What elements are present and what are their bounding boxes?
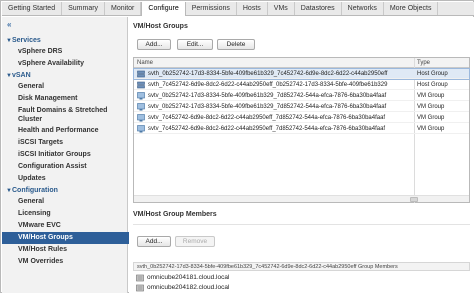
nav-item-disk-management[interactable]: Disk Management xyxy=(2,93,128,105)
nav-item-vmware-evc[interactable]: VMware EVC xyxy=(2,220,128,232)
row-name: svtv_7c452742-6d9e-8dc2-6d22-c44ab2950ef… xyxy=(148,126,386,132)
host-icon xyxy=(136,284,144,292)
horizontal-scrollbar[interactable] xyxy=(134,195,469,202)
list-item[interactable]: omnicube204182.cloud.local xyxy=(133,283,333,293)
row-type: VM Group xyxy=(417,104,445,110)
nav-list: ▼Services vSphere DRS vSphere Availabili… xyxy=(2,35,129,268)
member-name: omnicube204181.cloud.local xyxy=(147,274,230,281)
left-nav: « ▼Services vSphere DRS vSphere Availabi… xyxy=(2,17,129,293)
tab-bar: Getting Started Summary Monitor Configur… xyxy=(2,2,474,16)
nav-item-licensing[interactable]: Licensing xyxy=(2,208,128,220)
tab-getting-started[interactable]: Getting Started xyxy=(2,2,63,15)
nav-group-configuration[interactable]: ▼Configuration xyxy=(2,185,128,196)
tab-more-objects[interactable]: More Objects xyxy=(384,2,439,15)
host-icon xyxy=(136,274,144,282)
row-type: VM Group xyxy=(417,93,445,99)
vm-group-icon xyxy=(137,92,145,100)
vm-group-icon xyxy=(137,125,145,133)
nav-item-vm-host-rules[interactable]: VM/Host Rules xyxy=(2,244,128,256)
nav-item-fault-domains[interactable]: Fault Domains & Stretched Cluster xyxy=(2,105,128,125)
groups-title: VM/Host Groups xyxy=(133,23,188,30)
nav-item-updates[interactable]: Updates xyxy=(2,173,128,185)
remove-member-button[interactable]: Remove xyxy=(175,236,215,247)
table-header: Name Type xyxy=(134,58,469,68)
add-group-button[interactable]: Add... xyxy=(137,39,171,50)
table-row[interactable]: svth_0b252742-17d3-8334-5bfe-409fbe61b32… xyxy=(133,68,470,80)
nav-group-label: vSAN xyxy=(12,72,31,79)
table-row[interactable]: svtv_0b252742-17d3-8334-5bfe-409fbe61b32… xyxy=(134,102,469,112)
table-row[interactable]: svtv_7c452742-6d9e-8dc2-6d22-c44ab2950ef… xyxy=(134,124,469,134)
column-header-name[interactable]: Name xyxy=(137,58,153,68)
nav-item-iscsi-targets[interactable]: iSCSI Targets xyxy=(2,137,128,149)
row-type: Host Group xyxy=(417,71,448,77)
member-name: omnicube204182.cloud.local xyxy=(147,284,230,291)
nav-group-vsan[interactable]: ▼vSAN xyxy=(2,70,128,81)
nav-item-vm-overrides[interactable]: VM Overrides xyxy=(2,256,128,268)
groups-table: Name Type svth_0b252742-17d3-8334-5bfe-4… xyxy=(133,57,470,203)
row-name: svtv_0b252742-17d3-8334-5bfe-409fbe61b32… xyxy=(148,104,387,110)
nav-item-vsan-general[interactable]: General xyxy=(2,81,128,93)
row-type: Host Group xyxy=(417,82,448,88)
tab-configure[interactable]: Configure xyxy=(141,2,186,16)
row-type: VM Group xyxy=(417,115,445,121)
row-name: svtv_7c452742-6d9e-8dc2-6d22-c44ab2950ef… xyxy=(148,115,386,121)
nav-group-label: Services xyxy=(12,37,41,44)
list-item[interactable]: omnicube204181.cloud.local xyxy=(133,273,333,283)
table-row[interactable]: svth_7c452742-6d9e-8dc2-6d22-c44ab2950ef… xyxy=(134,80,469,90)
window-frame: Getting Started Summary Monitor Configur… xyxy=(0,0,474,293)
delete-group-button[interactable]: Delete xyxy=(217,39,255,50)
nav-item-config-general[interactable]: General xyxy=(2,196,128,208)
add-member-button[interactable]: Add... xyxy=(137,236,171,247)
tab-summary[interactable]: Summary xyxy=(62,2,106,15)
main-panel: VM/Host Groups Add... Edit... Delete Nam… xyxy=(129,17,474,293)
tab-monitor[interactable]: Monitor xyxy=(105,2,142,15)
tab-vms[interactable]: VMs xyxy=(268,2,295,15)
nav-item-configuration-assist[interactable]: Configuration Assist xyxy=(2,161,128,173)
members-title: VM/Host Group Members xyxy=(133,211,217,218)
section-divider xyxy=(133,224,470,225)
row-type: VM Group xyxy=(417,126,445,132)
nav-item-iscsi-initiator-groups[interactable]: iSCSI Initiator Groups xyxy=(2,149,128,161)
nav-item-vsphere-drs[interactable]: vSphere DRS xyxy=(2,46,128,58)
collapse-nav-icon[interactable]: « xyxy=(7,20,11,29)
edit-group-button[interactable]: Edit... xyxy=(177,39,213,50)
nav-item-vsphere-availability[interactable]: vSphere Availability xyxy=(2,58,128,70)
nav-item-vm-host-groups[interactable]: VM/Host Groups xyxy=(2,232,129,244)
row-name: svth_7c452742-6d9e-8dc2-6d22-c44ab2950ef… xyxy=(148,82,388,88)
nav-group-services[interactable]: ▼Services xyxy=(2,35,128,46)
nav-group-label: Configuration xyxy=(12,187,58,194)
row-name: svth_0b252742-17d3-8334-5bfe-409fbe61b32… xyxy=(148,71,388,77)
table-row[interactable]: svtv_0b252742-17d3-8334-5bfe-409fbe61b32… xyxy=(134,91,469,101)
table-row[interactable]: svtv_7c452742-6d9e-8dc2-6d22-c44ab2950ef… xyxy=(134,113,469,123)
nav-item-health-performance[interactable]: Health and Performance xyxy=(2,125,128,137)
tab-networks[interactable]: Networks xyxy=(342,2,384,15)
row-name: svtv_0b252742-17d3-8334-5bfe-409fbe61b32… xyxy=(148,93,387,99)
vm-group-icon xyxy=(137,114,145,122)
members-table-header: svth_0b252742-17d3-8334-5bfe-409fbe61b32… xyxy=(133,262,470,271)
tab-datastores[interactable]: Datastores xyxy=(295,2,342,15)
tab-permissions[interactable]: Permissions xyxy=(186,2,237,15)
scrollbar-thumb[interactable] xyxy=(410,197,418,202)
tab-hosts[interactable]: Hosts xyxy=(237,2,268,15)
host-group-icon xyxy=(137,70,145,78)
vm-group-icon xyxy=(137,103,145,111)
host-group-icon xyxy=(137,81,145,89)
column-header-type[interactable]: Type xyxy=(417,58,430,68)
